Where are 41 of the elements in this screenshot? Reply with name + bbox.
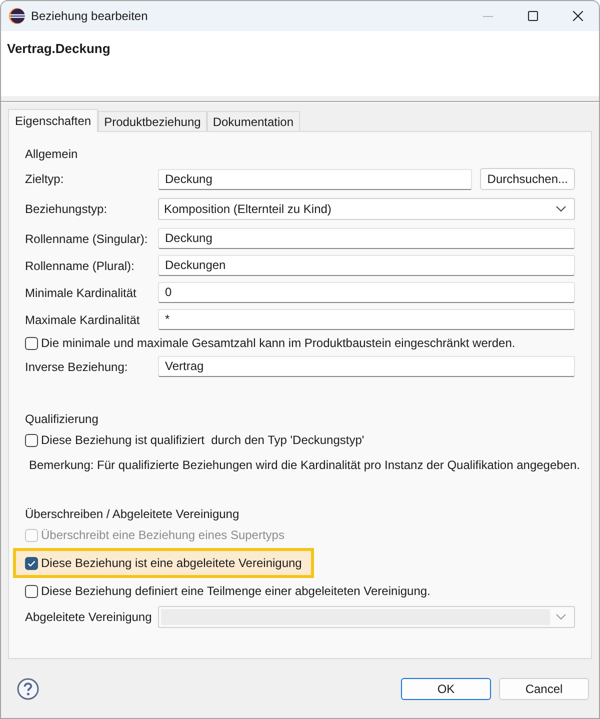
section-title: Überschreiben / Abgeleitete Vereinigung <box>25 506 240 522</box>
checkbox[interactable] <box>25 336 38 350</box>
section-title: Allgemein <box>25 146 79 162</box>
note-text: Bemerkung: Für qualifizierte Beziehungen wird die Kardinalität pro Instanz der Qualifikation angegeben. <box>28 458 580 472</box>
tab[interactable]: Eigenschaften <box>8 109 98 132</box>
field-label: Maximale Kardinalität <box>25 312 141 326</box>
checkbox-label[interactable]: Diese Beziehung definiert eine Teilmenge einer abgeleiteten Vereinigung. <box>41 584 430 598</box>
tab[interactable]: Dokumentation <box>206 111 300 131</box>
text-field[interactable]: 0 <box>158 282 575 303</box>
text-field[interactable]: Deckung <box>158 228 575 249</box>
window-title: Beziehung bearbeiten <box>31 9 148 23</box>
field-label: Zieltyp: <box>25 172 65 186</box>
field-label: Beziehungstyp: <box>25 202 108 216</box>
section-title: Qualifizierung <box>25 411 100 427</box>
field-label: Inverse Beziehung: <box>25 360 129 374</box>
tab[interactable]: Produktbeziehung <box>98 111 207 131</box>
checkbox[interactable] <box>25 556 38 570</box>
text-field[interactable]: Vertrag <box>158 356 575 377</box>
checkbox-label[interactable]: Diese Beziehung ist eine abgeleitete Vereinigung <box>41 556 302 570</box>
text-field[interactable]: * <box>158 309 575 330</box>
dropdown[interactable]: Komposition (Elternteil zu Kind) <box>158 198 575 220</box>
app-logo-icon <box>9 8 25 24</box>
browse-button[interactable]: Durchsuchen... <box>480 168 575 190</box>
checkbox-label[interactable]: Die minimale und maximale Gesamtzahl kann im Produktbaustein eingeschränkt werden. <box>41 336 516 350</box>
ok-button[interactable]: OK <box>401 678 491 700</box>
field-label: Rollenname (Singular): <box>25 232 149 246</box>
chevron-down-icon <box>556 614 566 620</box>
checkbox-label[interactable]: Diese Beziehung ist qualifiziert durch den Typ 'Deckungstyp' <box>41 433 364 447</box>
field-label: Minimale Kardinalität <box>25 286 138 300</box>
maximize-icon[interactable] <box>528 11 538 21</box>
checkbox[interactable] <box>25 584 38 598</box>
text-field[interactable]: Deckung <box>158 168 472 190</box>
checkbox[interactable] <box>25 434 38 446</box>
close-icon[interactable] <box>573 11 583 21</box>
field-label: Abgeleitete Vereinigung <box>25 610 153 624</box>
chevron-down-icon <box>556 206 566 212</box>
dialog-heading: Vertrag.Deckung <box>7 41 110 56</box>
field-label: Rollenname (Plural): <box>25 258 136 272</box>
text-field[interactable]: Deckungen <box>158 255 575 276</box>
help-icon[interactable] <box>17 678 39 700</box>
cancel-button[interactable]: Cancel <box>499 678 589 700</box>
